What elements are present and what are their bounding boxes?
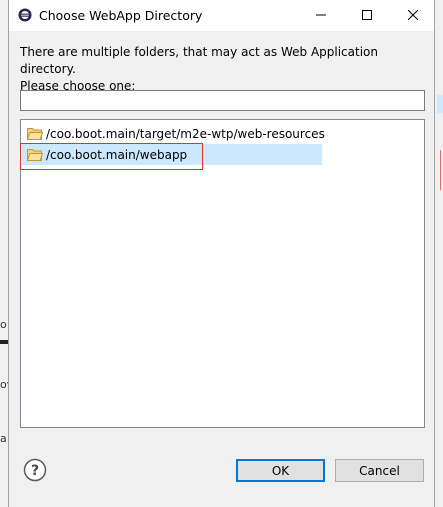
folder-list[interactable]: /coo.boot.main/target/m2e-wtp/web-resour… [20, 119, 425, 428]
close-button[interactable] [390, 0, 436, 31]
folder-item-web-resources[interactable]: /coo.boot.main/target/m2e-wtp/web-resour… [22, 123, 325, 144]
svg-text:?: ? [31, 463, 39, 479]
message-line-1: There are multiple folders, that may act… [20, 45, 378, 76]
background-selection-fragment [437, 95, 443, 113]
folder-icon [26, 127, 44, 140]
minimize-icon [316, 9, 326, 23]
background-ide-left [0, 0, 8, 507]
background-text-fragment: o [0, 318, 7, 331]
close-icon [407, 9, 419, 23]
background-text-fragment: a [0, 432, 7, 445]
eclipse-app-icon [18, 8, 32, 22]
maximize-button[interactable] [344, 0, 390, 31]
folder-item-label: /coo.boot.main/target/m2e-wtp/web-resour… [46, 126, 325, 141]
cancel-button[interactable]: Cancel [335, 459, 424, 482]
ok-button[interactable]: OK [236, 459, 325, 482]
maximize-icon [362, 9, 372, 23]
choose-webapp-directory-dialog: Choose WebApp Directory There are multip… [8, 0, 435, 507]
minimize-button[interactable] [298, 0, 344, 31]
folder-item-webapp[interactable]: /coo.boot.main/webapp [20, 143, 322, 170]
annotation-highlight-box [20, 143, 203, 170]
dialog-title: Choose WebApp Directory [39, 8, 203, 23]
dialog-message: There are multiple folders, that may act… [20, 44, 430, 95]
background-scrollbar-fragment [0, 340, 8, 344]
filter-input[interactable] [20, 90, 425, 111]
question-circle-icon: ? [23, 458, 47, 485]
background-marker-fragment [440, 150, 441, 190]
background-ide-right [435, 0, 443, 507]
help-button[interactable]: ? [23, 458, 47, 482]
title-bar[interactable]: Choose WebApp Directory [9, 0, 434, 31]
